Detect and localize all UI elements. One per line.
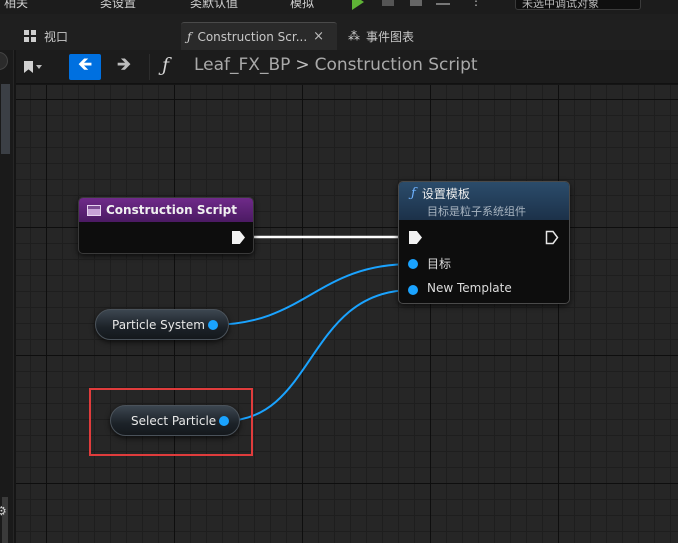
stop-icon[interactable]	[410, 0, 422, 6]
blueprint-graph-canvas[interactable]: Construction Script ƒ 设置模板 目标是粒子系统组件 目标 …	[16, 85, 678, 543]
node-header: ƒ 设置模板 目标是粒子系统组件	[399, 182, 569, 220]
set-template-node[interactable]: ƒ 设置模板 目标是粒子系统组件 目标 New Template	[398, 181, 570, 304]
tab-label: 事件图表	[366, 29, 415, 44]
tab-label: 视口	[44, 29, 69, 44]
bookmark-button[interactable]	[24, 57, 50, 77]
tab-label: Construction Scr...	[197, 29, 308, 44]
node-subtitle: 目标是粒子系统组件	[427, 205, 526, 218]
debug-object-dropdown[interactable]: 未选中调试对象	[515, 0, 641, 10]
top-toolbar: 相关 类设置 类默认值 模拟 ⋮ 未选中调试对象	[0, 0, 678, 14]
function-icon: ƒ	[162, 54, 170, 76]
arrow-left-icon: 🡸	[77, 54, 93, 75]
breadcrumb: Leaf_FX_BP > Construction Script	[194, 55, 478, 75]
target-pin-label: 目标	[427, 257, 452, 271]
tab-viewport[interactable]: 视口	[18, 22, 74, 50]
event-icon	[87, 204, 101, 216]
gear-icon[interactable]: ⚙	[0, 504, 7, 518]
function-icon: ƒ	[187, 29, 192, 44]
exec-output-pin[interactable]	[232, 231, 245, 244]
variable-label: Particle System	[112, 317, 205, 332]
close-icon[interactable]: ×	[313, 29, 324, 44]
toolbar-item-class-defaults[interactable]: 类默认值	[190, 0, 238, 11]
breadcrumb-function[interactable]: Construction Script	[315, 55, 478, 75]
toolbar-item-related[interactable]: 相关	[4, 0, 28, 11]
event-graph-icon: ⁂	[348, 29, 360, 43]
target-input-pin[interactable]	[408, 259, 418, 269]
search-icon[interactable]	[0, 52, 8, 70]
play-icon[interactable]	[352, 0, 364, 10]
back-button[interactable]: 🡸	[69, 54, 101, 80]
editor-tab-bar: 视口 ƒ Construction Scr... × ⁂ 事件图表	[0, 14, 678, 50]
new-template-pin-label: New Template	[427, 281, 512, 295]
construction-script-node[interactable]: Construction Script	[78, 197, 254, 254]
output-pin[interactable]	[208, 320, 218, 330]
forward-button[interactable]: 🡺	[110, 54, 138, 80]
divider	[149, 54, 150, 80]
tab-construction-script[interactable]: ƒ Construction Scr... ×	[181, 22, 337, 50]
skip-icon[interactable]	[382, 0, 394, 6]
more-options-icon[interactable]: ⋮	[470, 0, 482, 8]
new-template-input-pin[interactable]	[408, 285, 418, 295]
particle-system-variable-node[interactable]: Particle System	[95, 309, 229, 340]
exec-input-pin[interactable]	[409, 231, 422, 244]
arrow-right-icon: 🡺	[116, 54, 132, 75]
highlight-annotation-box	[89, 388, 253, 456]
node-title: 设置模板	[421, 187, 470, 201]
toolbar-item-class-settings[interactable]: 类设置	[100, 0, 136, 11]
breadcrumb-separator: >	[295, 55, 310, 75]
chevron-down-icon	[36, 65, 42, 69]
left-panel: ⚙	[0, 50, 14, 543]
viewport-grid-icon	[24, 30, 36, 42]
function-icon: ƒ	[411, 186, 416, 201]
breadcrumb-blueprint[interactable]: Leaf_FX_BP	[194, 55, 290, 75]
node-title: Construction Script	[106, 203, 237, 217]
eject-icon[interactable]	[436, 3, 450, 5]
scrollbar[interactable]	[1, 84, 10, 154]
toolbar-item-simulate[interactable]: 模拟	[290, 0, 314, 11]
tab-event-graph[interactable]: ⁂ 事件图表	[342, 22, 420, 50]
breadcrumb-bar: 🡸 🡺 ƒ Leaf_FX_BP > Construction Script	[16, 50, 678, 84]
exec-output-pin[interactable]	[545, 230, 559, 245]
bookmark-icon	[24, 61, 33, 73]
node-header: Construction Script	[79, 198, 253, 222]
